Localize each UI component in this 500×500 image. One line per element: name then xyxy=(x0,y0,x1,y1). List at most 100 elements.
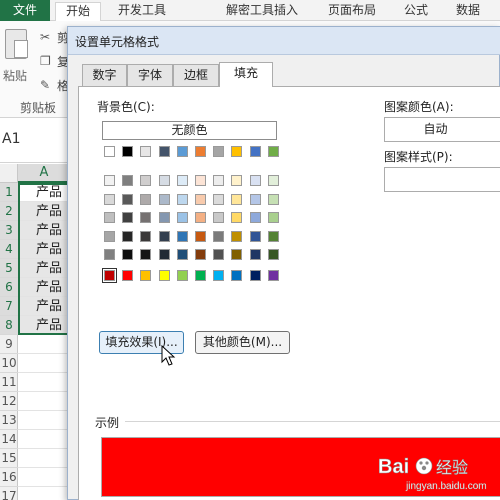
more-colors-button[interactable]: 其他颜色(M)... xyxy=(195,331,290,354)
row-header-14[interactable]: 14 xyxy=(0,430,18,449)
color-swatch-shade-3-2[interactable] xyxy=(122,212,134,223)
color-swatch-theme-10[interactable] xyxy=(267,146,279,157)
color-swatch-shade-2-4[interactable] xyxy=(158,193,170,205)
color-swatch-shade-5-5[interactable] xyxy=(176,249,188,260)
pattern-style-dropdown[interactable] xyxy=(384,167,500,192)
tab-insert[interactable]: 插入 xyxy=(268,2,304,21)
row-header-9[interactable]: 9 xyxy=(0,335,18,354)
color-swatch-theme-4[interactable] xyxy=(158,146,170,157)
color-swatch-shade-3-4[interactable] xyxy=(158,212,170,223)
color-swatch-shade-4-9[interactable] xyxy=(249,230,261,242)
color-swatch-theme-3[interactable] xyxy=(140,146,152,157)
tab-border[interactable]: 边框 xyxy=(173,64,219,86)
cell-a15[interactable] xyxy=(18,449,70,468)
color-swatch-shade-1-10[interactable] xyxy=(267,175,279,186)
color-swatch-shade-3-7[interactable] xyxy=(213,212,225,223)
color-swatch-shade-1-2[interactable] xyxy=(122,175,134,186)
color-swatch-shade-4-10[interactable] xyxy=(267,230,279,242)
color-swatch-shade-3-10[interactable] xyxy=(267,212,279,223)
color-swatch-standard-6[interactable] xyxy=(195,270,206,281)
cell-a8[interactable]: 产品 xyxy=(18,316,70,335)
tab-page-layout[interactable]: 页面布局 xyxy=(322,2,382,21)
name-box[interactable]: A1 xyxy=(2,131,20,147)
cell-a13[interactable] xyxy=(18,411,70,430)
tab-home[interactable]: 开始 xyxy=(55,2,101,22)
cell-a3[interactable]: 产品 xyxy=(18,221,70,240)
tab-file[interactable]: 文件 xyxy=(0,0,50,21)
row-header-17[interactable]: 17 xyxy=(0,487,18,500)
color-swatch-theme-2[interactable] xyxy=(122,146,134,157)
cell-a4[interactable]: 产品 xyxy=(18,240,70,259)
color-swatch-shade-5-3[interactable] xyxy=(140,249,152,260)
color-swatch-shade-5-9[interactable] xyxy=(249,249,261,260)
cell-a14[interactable] xyxy=(18,430,70,449)
color-swatch-shade-2-5[interactable] xyxy=(176,193,188,205)
row-header-5[interactable]: 5 xyxy=(0,259,18,278)
row-header-2[interactable]: 2 xyxy=(0,202,18,221)
color-swatch-shade-2-8[interactable] xyxy=(231,193,243,205)
color-swatch-shade-1-7[interactable] xyxy=(213,175,225,186)
row-header-15[interactable]: 15 xyxy=(0,449,18,468)
tab-data[interactable]: 数据 xyxy=(450,2,486,21)
color-swatch-shade-1-9[interactable] xyxy=(249,175,261,186)
color-swatch-standard-1[interactable] xyxy=(102,268,117,283)
color-swatch-theme-6[interactable] xyxy=(195,146,206,157)
color-swatch-shade-3-3[interactable] xyxy=(140,212,152,223)
color-swatch-shade-4-8[interactable] xyxy=(231,230,243,242)
color-swatch-shade-1-1[interactable] xyxy=(104,175,115,186)
color-swatch-standard-4[interactable] xyxy=(158,270,170,281)
row-header-1[interactable]: 1 xyxy=(0,183,18,202)
color-swatch-shade-3-1[interactable] xyxy=(104,212,115,223)
color-swatch-shade-5-1[interactable] xyxy=(104,249,115,260)
color-swatch-standard-9[interactable] xyxy=(249,270,261,281)
color-swatch-shade-3-6[interactable] xyxy=(195,212,206,223)
paste-button[interactable]: 粘贴 xyxy=(2,27,30,89)
row-header-4[interactable]: 4 xyxy=(0,240,18,259)
row-header-13[interactable]: 13 xyxy=(0,411,18,430)
color-swatch-shade-4-5[interactable] xyxy=(176,230,188,242)
tab-fill[interactable]: 填充 xyxy=(219,62,273,87)
color-swatch-shade-1-3[interactable] xyxy=(140,175,152,186)
color-swatch-shade-2-2[interactable] xyxy=(122,193,134,205)
color-swatch-shade-3-5[interactable] xyxy=(176,212,188,223)
color-swatch-shade-2-6[interactable] xyxy=(195,193,206,205)
color-swatch-shade-2-1[interactable] xyxy=(104,193,115,205)
cell-a1[interactable]: 产品 xyxy=(18,183,70,202)
color-swatch-shade-5-4[interactable] xyxy=(158,249,170,260)
color-swatch-shade-4-6[interactable] xyxy=(195,230,206,242)
color-swatch-shade-3-8[interactable] xyxy=(231,212,243,223)
color-swatch-standard-3[interactable] xyxy=(140,270,152,281)
cut-button[interactable]: ✂ 剪 xyxy=(40,27,69,47)
cell-a7[interactable]: 产品 xyxy=(18,297,70,316)
cell-a11[interactable] xyxy=(18,373,70,392)
color-swatch-shade-2-7[interactable] xyxy=(213,193,225,205)
color-swatch-standard-2[interactable] xyxy=(122,270,134,281)
cell-a9[interactable] xyxy=(18,335,70,354)
color-swatch-shade-4-1[interactable] xyxy=(104,230,115,242)
color-swatch-standard-7[interactable] xyxy=(213,270,225,281)
color-swatch-shade-1-8[interactable] xyxy=(231,175,243,186)
row-header-11[interactable]: 11 xyxy=(0,373,18,392)
color-swatch-standard-8[interactable] xyxy=(231,270,243,281)
color-swatch-shade-2-3[interactable] xyxy=(140,193,152,205)
tab-font[interactable]: 字体 xyxy=(127,64,173,86)
color-swatch-shade-4-4[interactable] xyxy=(158,230,170,242)
format-painter-button[interactable]: ✎ 格 xyxy=(40,75,69,95)
color-swatch-shade-5-10[interactable] xyxy=(267,249,279,260)
color-swatch-shade-1-6[interactable] xyxy=(195,175,206,186)
color-swatch-theme-9[interactable] xyxy=(249,146,261,157)
cell-a2[interactable]: 产品 xyxy=(18,202,70,221)
tab-formulas[interactable]: 公式 xyxy=(398,2,434,21)
select-all-corner[interactable] xyxy=(0,164,18,183)
color-swatch-theme-5[interactable] xyxy=(176,146,188,157)
cell-a5[interactable]: 产品 xyxy=(18,259,70,278)
cell-a10[interactable] xyxy=(18,354,70,373)
color-swatch-theme-1[interactable] xyxy=(104,146,115,157)
color-swatch-theme-7[interactable] xyxy=(213,146,225,157)
cell-a17[interactable] xyxy=(18,487,70,500)
color-swatch-shade-4-2[interactable] xyxy=(122,230,134,242)
row-header-6[interactable]: 6 xyxy=(0,278,18,297)
color-swatch-shade-1-4[interactable] xyxy=(158,175,170,186)
tab-number[interactable]: 数字 xyxy=(82,64,127,86)
color-swatch-standard-5[interactable] xyxy=(176,270,188,281)
